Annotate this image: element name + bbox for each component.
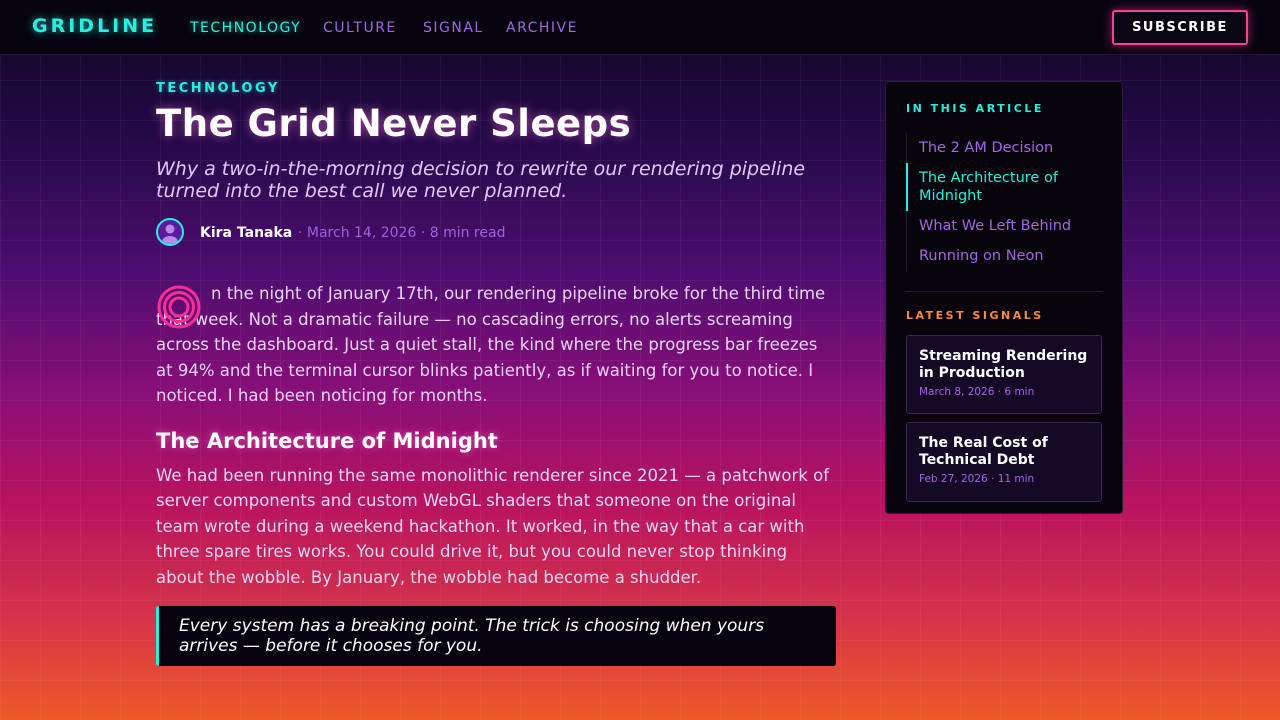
latest-signals-heading: LATEST SIGNALS xyxy=(906,309,1044,322)
body-paragraph: We had been running the same monolithic … xyxy=(156,465,830,587)
drop-cap-ring-icon xyxy=(157,285,201,329)
card-meta: Feb 27, 2026 · 11 min xyxy=(919,473,1035,485)
article-category[interactable]: TECHNOLOGY xyxy=(156,81,836,96)
latest-article-card[interactable]: Streaming Rendering in Production March … xyxy=(906,335,1102,414)
byline-divider xyxy=(156,260,836,261)
toc-item-what-we-left-behind[interactable]: What We Left Behind xyxy=(907,211,1102,241)
article-title: The Grid Never Sleeps xyxy=(156,102,632,145)
pull-quote: Every system has a breaking point. The t… xyxy=(156,606,836,666)
nav-link-archive[interactable]: ARCHIVE xyxy=(506,20,578,36)
section-heading: The Architecture of Midnight xyxy=(156,428,498,453)
author-name[interactable]: Kira Tanaka xyxy=(200,225,292,241)
subscribe-button[interactable]: SUBSCRIBE xyxy=(1112,10,1248,45)
author-avatar[interactable] xyxy=(156,218,184,246)
table-of-contents: The 2 AM Decision The Architecture of Mi… xyxy=(906,133,1102,271)
pull-quote-text: Every system has a breaking point. The t… xyxy=(179,616,765,656)
sidebar-divider xyxy=(906,291,1102,292)
byline: Kira Tanaka · March 14, 2026 · 8 min rea… xyxy=(156,218,836,250)
toc-item-architecture-of-midnight[interactable]: The Architecture of Midnight xyxy=(906,163,1102,211)
sidebar: IN THIS ARTICLE The 2 AM Decision The Ar… xyxy=(885,81,1123,514)
card-meta: March 8, 2026 · 6 min xyxy=(919,386,1035,398)
card-title: Streaming Rendering in Production xyxy=(919,348,1088,381)
toc-item-running-on-neon[interactable]: Running on Neon xyxy=(907,241,1102,271)
toc-item-2am-decision[interactable]: The 2 AM Decision xyxy=(907,133,1102,163)
nav-link-culture[interactable]: CULTURE xyxy=(323,20,397,36)
article-subtitle: Why a two-in-the-morning decision to rew… xyxy=(156,158,806,202)
person-icon xyxy=(162,224,178,244)
intro-paragraph-text: n the night of January 17th, our renderi… xyxy=(156,284,826,405)
card-title: The Real Cost of Technical Debt xyxy=(919,435,1048,468)
site-logo[interactable]: GRIDLINE xyxy=(32,15,157,37)
toc-heading: IN THIS ARTICLE xyxy=(906,102,1044,115)
latest-article-card[interactable]: The Real Cost of Technical Debt Feb 27, … xyxy=(906,422,1102,502)
intro-paragraph: n the night of January 17th, our renderi… xyxy=(156,281,836,409)
nav-link-signal[interactable]: SIGNAL xyxy=(423,20,484,36)
article-meta: · March 14, 2026 · 8 min read xyxy=(298,225,506,241)
article: TECHNOLOGY The Grid Never Sleeps Why a t… xyxy=(156,78,836,666)
nav-link-technology[interactable]: TECHNOLOGY xyxy=(190,20,301,36)
top-navigation: GRIDLINE TECHNOLOGY CULTURE SIGNAL ARCHI… xyxy=(0,0,1280,55)
